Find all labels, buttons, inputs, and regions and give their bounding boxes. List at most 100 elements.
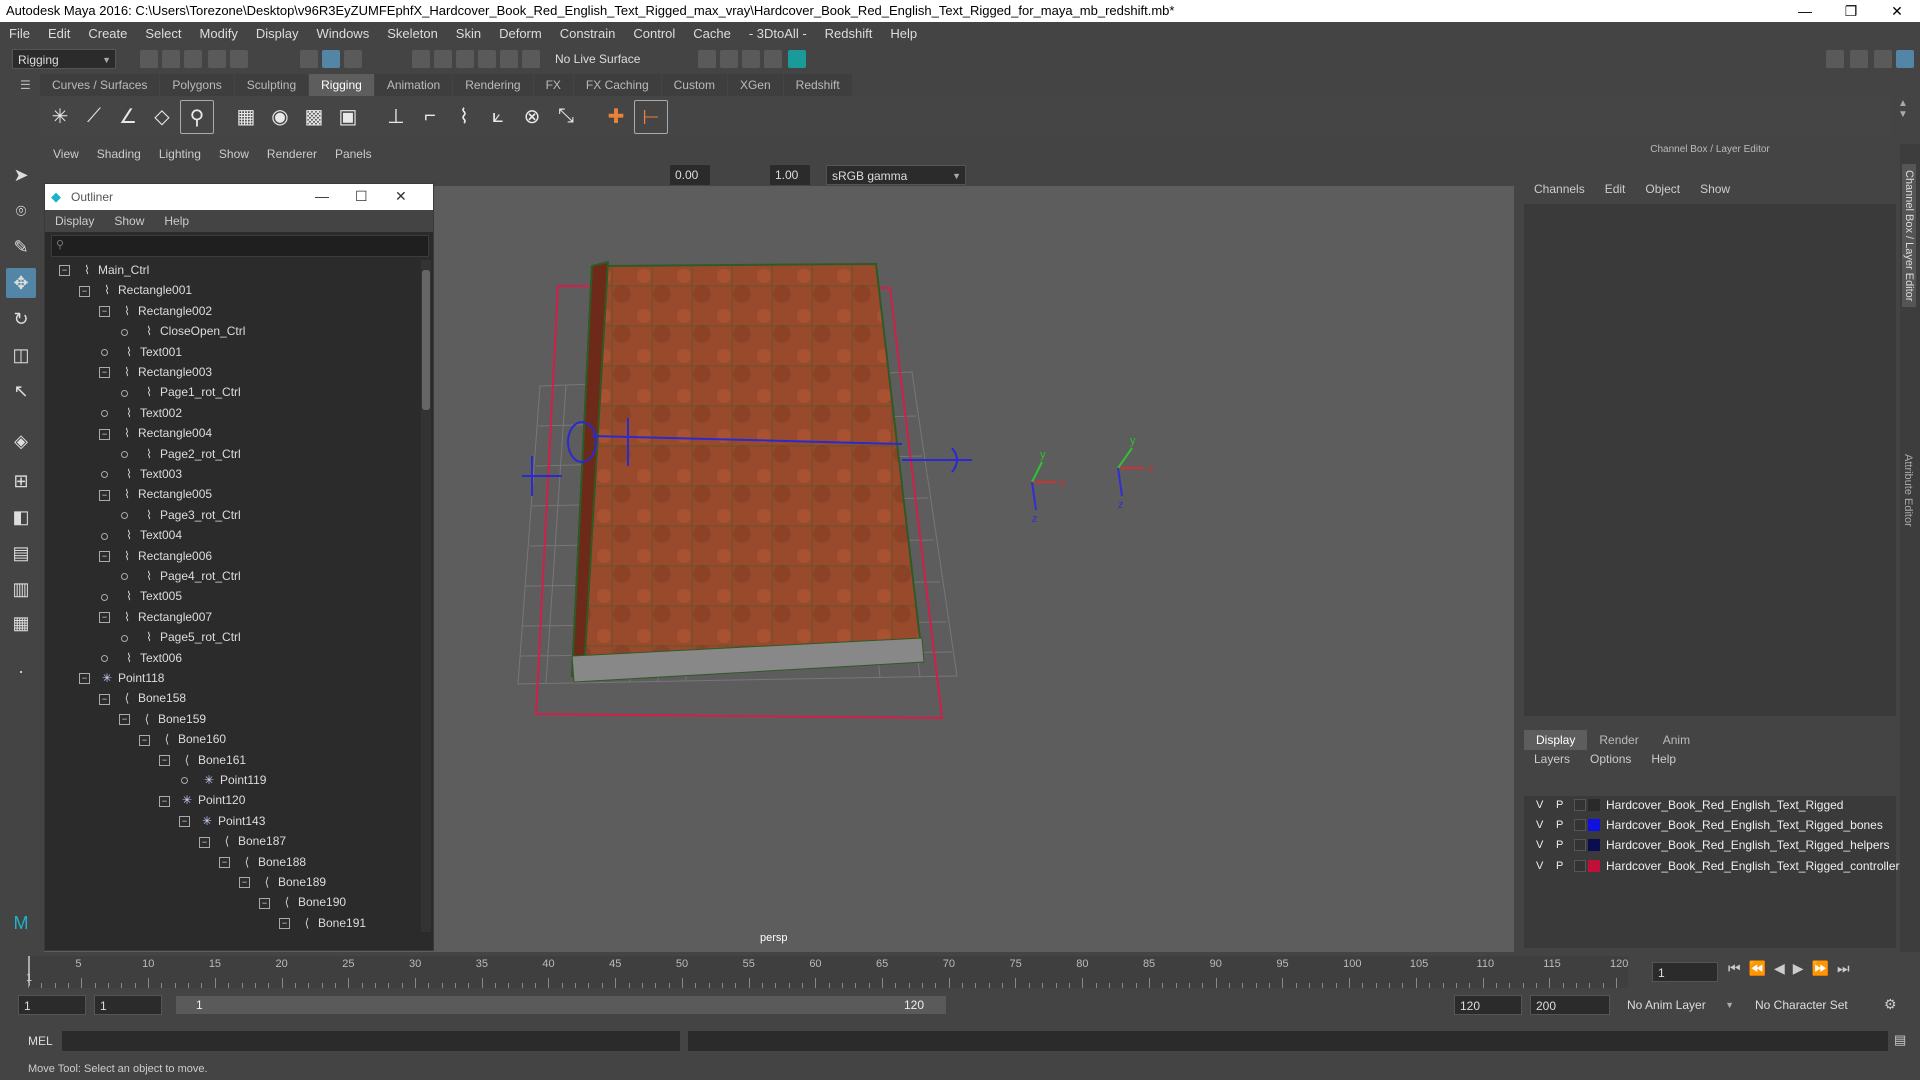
- layout-single-icon[interactable]: [1826, 50, 1844, 68]
- viewport-menu-show[interactable]: Show: [210, 147, 258, 161]
- side-tab-attribute-editor[interactable]: Attribute Editor: [1902, 454, 1914, 527]
- layer-type-toggle[interactable]: [1574, 859, 1586, 872]
- layout-quad-icon[interactable]: [1850, 50, 1868, 68]
- collapse-toggle-icon[interactable]: −: [119, 714, 130, 726]
- minimize-icon[interactable]: —: [315, 188, 329, 204]
- new-scene-icon[interactable]: [140, 50, 158, 68]
- playback-controls[interactable]: ⏮⏪◀▶⏩⏭: [1728, 960, 1858, 977]
- side-by-side-icon[interactable]: ◧: [6, 502, 36, 532]
- collapse-toggle-icon[interactable]: −: [99, 612, 110, 624]
- tree-item[interactable]: − ⌇ Rectangle002: [99, 301, 212, 321]
- time-slider[interactable]: 5 10 15 20 25 30 35 40 45 50 55 60 65 70 75 80 85 90 95 100…: [28, 956, 1628, 988]
- move-tool-icon[interactable]: ✥: [6, 268, 36, 298]
- select-object-icon[interactable]: [322, 50, 340, 68]
- viewport-canvas[interactable]: x y z x y z: [432, 186, 1514, 952]
- close-icon[interactable]: ✕: [395, 188, 407, 205]
- tree-item[interactable]: − ⟨ Bone161: [159, 750, 246, 770]
- insert-joint-icon[interactable]: ⟋: [78, 100, 110, 132]
- channel-box-menu-show[interactable]: Show: [1690, 182, 1740, 196]
- layer-menu-options[interactable]: Options: [1580, 752, 1641, 766]
- tree-item[interactable]: − ⌇ Rectangle005: [99, 484, 212, 504]
- tree-item[interactable]: − ⌇ Rectangle003: [99, 362, 212, 382]
- collapse-toggle-icon[interactable]: −: [79, 285, 90, 297]
- outliner-layout-icon[interactable]: ▤: [6, 538, 36, 568]
- layer-visibility-toggle[interactable]: V: [1536, 796, 1543, 814]
- ik-handle-icon[interactable]: ⊥: [380, 100, 412, 132]
- minimize-button[interactable]: —: [1782, 0, 1828, 22]
- layer-color-swatch[interactable]: [1588, 859, 1600, 872]
- tree-item[interactable]: ⌇ Page3_rot_Ctrl: [119, 505, 241, 525]
- menu-redshift[interactable]: Redshift: [816, 26, 882, 41]
- channel-box-menu-channels[interactable]: Channels: [1524, 182, 1595, 196]
- create-joints-icon[interactable]: ✳: [44, 100, 76, 132]
- layer-menu-help[interactable]: Help: [1641, 752, 1686, 766]
- layer-row[interactable]: V P Hardcover_Book_Red_English_Text_Rigged…: [1524, 816, 1896, 834]
- layer-playback-toggle[interactable]: P: [1556, 857, 1563, 875]
- tree-item[interactable]: − ⟨ Bone188: [219, 852, 306, 872]
- collapse-toggle-icon[interactable]: −: [279, 918, 290, 930]
- select-tool-icon[interactable]: ➤: [6, 160, 36, 190]
- menu-display[interactable]: Display: [247, 26, 308, 41]
- collapse-toggle-icon[interactable]: −: [259, 897, 270, 909]
- layer-tab-display[interactable]: Display: [1524, 730, 1588, 750]
- collapse-toggle-icon[interactable]: −: [99, 693, 110, 705]
- open-scene-icon[interactable]: [162, 50, 180, 68]
- shelf-tab-animation[interactable]: Animation: [374, 74, 453, 96]
- shelf-tab-xgen[interactable]: XGen: [727, 74, 783, 96]
- viewport-menu-panels[interactable]: Panels: [326, 147, 381, 161]
- layer-row[interactable]: V P Hardcover_Book_Red_English_Text_Rigged: [1524, 796, 1896, 814]
- range-slider[interactable]: 1 120: [176, 996, 946, 1014]
- shelf-tab-redshift[interactable]: Redshift: [783, 74, 852, 96]
- layer-row[interactable]: V P Hardcover_Book_Red_English_Text_Rigged…: [1524, 857, 1906, 875]
- shelf-scroll-icon[interactable]: ▲ ▼: [1898, 98, 1908, 120]
- collapse-toggle-icon[interactable]: −: [99, 489, 110, 501]
- maximize-icon[interactable]: ☐: [355, 188, 368, 205]
- paint-weights-icon[interactable]: ▩: [298, 100, 330, 132]
- layout-two-icon[interactable]: [1874, 50, 1892, 68]
- layer-tab-anim[interactable]: Anim: [1651, 730, 1702, 750]
- tree-item[interactable]: ⌇ Text006: [99, 648, 182, 668]
- symmetry-icon[interactable]: [522, 50, 540, 68]
- render-frame-icon[interactable]: [720, 50, 738, 68]
- outliner-menu-help[interactable]: Help: [154, 214, 199, 228]
- layer-color-swatch[interactable]: [1588, 839, 1600, 852]
- redo-icon[interactable]: [230, 50, 248, 68]
- menu-deform[interactable]: Deform: [490, 26, 551, 41]
- ik-spline-icon[interactable]: ⌐: [414, 100, 446, 132]
- bind-skin-icon[interactable]: ▦: [230, 100, 262, 132]
- collapse-toggle-icon[interactable]: −: [59, 265, 70, 277]
- collapse-toggle-icon[interactable]: −: [159, 795, 170, 807]
- collapse-toggle-icon[interactable]: −: [239, 877, 250, 889]
- color-space-selector[interactable]: sRGB gamma ▼: [826, 165, 966, 185]
- tree-item[interactable]: ⌇ Text003: [99, 464, 182, 484]
- menu-create[interactable]: Create: [79, 26, 136, 41]
- menu-select[interactable]: Select: [136, 26, 190, 41]
- tree-item[interactable]: ✳ Point119: [179, 770, 266, 790]
- viewport-menu-lighting[interactable]: Lighting: [150, 147, 210, 161]
- cluster-icon[interactable]: ⟀: [482, 100, 514, 132]
- channel-box-menu-edit[interactable]: Edit: [1595, 182, 1636, 196]
- collapse-toggle-icon[interactable]: −: [99, 428, 110, 440]
- layer-color-swatch[interactable]: [1588, 799, 1600, 811]
- collapse-toggle-icon[interactable]: −: [99, 306, 110, 318]
- tree-item[interactable]: − ⌇ Main_Ctrl: [59, 260, 149, 280]
- collapse-toggle-icon[interactable]: −: [199, 836, 210, 848]
- tree-item[interactable]: ⌇ Page5_rot_Ctrl: [119, 627, 241, 647]
- layer-row[interactable]: V P Hardcover_Book_Red_English_Text_Rigged…: [1524, 836, 1896, 854]
- tree-item[interactable]: − ✳ Point118: [79, 668, 164, 688]
- layer-type-toggle[interactable]: [1574, 819, 1586, 832]
- mode-selector[interactable]: Rigging ▼: [12, 49, 116, 69]
- select-hierarchy-icon[interactable]: [300, 50, 318, 68]
- snap-point-icon[interactable]: [456, 50, 474, 68]
- undo-icon[interactable]: [208, 50, 226, 68]
- shelf-tab-sculpting[interactable]: Sculpting: [234, 74, 309, 96]
- tree-item[interactable]: − ⌇ Rectangle007: [99, 607, 212, 627]
- collapse-toggle-icon[interactable]: −: [139, 734, 150, 746]
- tree-item[interactable]: − ⟨ Bone189: [239, 872, 326, 892]
- layer-tab-render[interactable]: Render: [1587, 730, 1650, 750]
- layer-color-swatch[interactable]: [1588, 819, 1600, 832]
- outliner-menu-show[interactable]: Show: [104, 214, 154, 228]
- layer-playback-toggle[interactable]: P: [1556, 816, 1563, 834]
- wire-icon[interactable]: ⊗: [516, 100, 548, 132]
- menu-cache[interactable]: Cache: [684, 26, 740, 41]
